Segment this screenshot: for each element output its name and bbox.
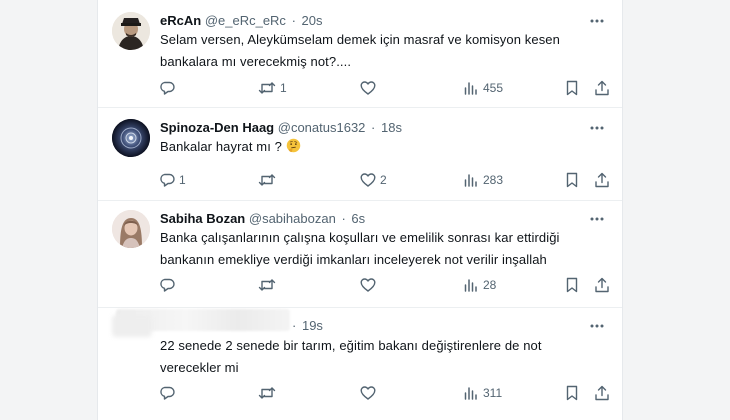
separator-dot: · — [291, 13, 296, 28]
share-icon — [594, 172, 610, 188]
retweet-button[interactable] — [258, 276, 280, 294]
tweet-header: Spinoza-Den Haag @conatus1632 · 18s — [160, 120, 402, 136]
retweet-icon — [258, 277, 276, 293]
heart-icon — [360, 172, 376, 188]
user-handle[interactable]: @sabihabozan — [249, 211, 336, 226]
reply-button[interactable] — [159, 79, 179, 97]
retweet-button[interactable] — [258, 384, 280, 402]
tweet[interactable]: Spinoza-Den Haag @conatus1632 · 18s Bank… — [98, 107, 622, 201]
reply-icon — [159, 172, 175, 188]
views-chart-icon — [463, 385, 479, 401]
share-icon — [594, 80, 610, 96]
share-button[interactable] — [594, 384, 610, 402]
display-name[interactable]: Sabiha Bozan — [160, 211, 245, 226]
views-button[interactable]: 283 — [463, 171, 503, 189]
tweet-actions: 28 — [98, 276, 622, 294]
like-button[interactable]: 2 — [360, 171, 387, 189]
views-count: 455 — [483, 81, 504, 95]
timestamp[interactable]: 19s — [302, 318, 323, 333]
bookmark-icon — [565, 385, 579, 401]
bookmark-icon — [565, 172, 579, 188]
bookmark-button[interactable] — [565, 79, 579, 97]
retweet-button[interactable] — [258, 171, 280, 189]
views-chart-icon — [463, 277, 479, 293]
views-count: 311 — [483, 386, 503, 400]
tweet-text-container: Bankalar hayrat mı ? — [160, 136, 580, 158]
reply-icon — [159, 80, 175, 96]
reply-button[interactable]: 1 — [159, 171, 186, 189]
tweet-text: Banka çalışanlarının çalışna koşulları v… — [160, 230, 560, 267]
tweet-actions: 1 455 — [98, 79, 622, 97]
avatar[interactable] — [112, 210, 150, 248]
separator-dot: · — [371, 120, 376, 135]
display-name[interactable]: eRcAn — [160, 13, 201, 28]
heart-icon — [360, 277, 376, 293]
more-options-icon[interactable] — [588, 211, 606, 227]
tweet-text: Bankalar hayrat mı ? — [160, 139, 282, 154]
retweet-icon — [258, 80, 276, 96]
reply-icon — [159, 385, 175, 401]
separator-dot: · — [292, 318, 297, 333]
reply-icon — [159, 277, 175, 293]
tweet-header: · 19s — [290, 318, 323, 334]
views-button[interactable]: 28 — [463, 276, 496, 294]
timestamp[interactable]: 6s — [351, 211, 365, 226]
avatar[interactable] — [112, 119, 150, 157]
bookmark-icon — [565, 277, 579, 293]
share-button[interactable] — [594, 171, 610, 189]
user-handle[interactable]: @conatus1632 — [278, 120, 366, 135]
more-options-icon[interactable] — [588, 120, 606, 136]
timestamp[interactable]: 18s — [381, 120, 402, 135]
share-button[interactable] — [594, 276, 610, 294]
retweet-button[interactable]: 1 — [258, 79, 287, 97]
tweet-actions: 1 2 283 — [98, 171, 622, 189]
retweet-icon — [258, 172, 276, 188]
share-icon — [594, 277, 610, 293]
reply-button[interactable] — [159, 384, 179, 402]
tweet-text: 22 senede 2 senede bir tarım, eğitim bak… — [160, 338, 542, 375]
bookmark-button[interactable] — [565, 171, 579, 189]
tweet[interactable]: Sabiha Bozan @sabihabozan · 6s Banka çal… — [98, 200, 622, 308]
heart-icon — [360, 80, 376, 96]
bookmark-button[interactable] — [565, 276, 579, 294]
more-options-icon[interactable] — [588, 13, 606, 29]
views-button[interactable]: 311 — [463, 384, 502, 402]
like-button[interactable] — [360, 79, 380, 97]
views-button[interactable]: 455 — [463, 79, 503, 97]
views-chart-icon — [463, 172, 479, 188]
timestamp[interactable]: 20s — [302, 13, 323, 28]
tweet[interactable]: eRcAn @e_eRc_eRc · 20s Selam versen, Ale… — [98, 0, 622, 108]
bookmark-button[interactable] — [565, 384, 579, 402]
share-icon — [594, 385, 610, 401]
views-chart-icon — [463, 80, 479, 96]
heart-icon — [360, 385, 376, 401]
views-count: 28 — [483, 278, 497, 292]
retweet-icon — [258, 385, 276, 401]
tweet-actions: 311 — [98, 384, 622, 402]
like-button[interactable] — [360, 384, 380, 402]
views-count: 283 — [483, 173, 504, 187]
tweet-header: eRcAn @e_eRc_eRc · 20s — [160, 13, 323, 29]
avatar[interactable] — [112, 12, 150, 50]
like-button[interactable] — [360, 276, 380, 294]
thinking-face-emoji — [286, 138, 301, 153]
tweet-header: Sabiha Bozan @sabihabozan · 6s — [160, 211, 365, 227]
timeline-feed: eRcAn @e_eRc_eRc · 20s Selam versen, Ale… — [97, 0, 623, 420]
separator-dot: · — [341, 211, 346, 226]
retweet-count: 1 — [280, 81, 287, 95]
tweet-text: Selam versen, Aleykümselam demek için ma… — [160, 32, 560, 69]
reply-count: 1 — [179, 173, 186, 187]
redacted-avatar — [112, 315, 152, 337]
like-count: 2 — [380, 173, 387, 187]
reply-button[interactable] — [159, 276, 179, 294]
more-options-icon[interactable] — [588, 318, 606, 334]
share-button[interactable] — [594, 79, 610, 97]
bookmark-icon — [565, 80, 579, 96]
user-handle[interactable]: @e_eRc_eRc — [205, 13, 286, 28]
display-name[interactable]: Spinoza-Den Haag — [160, 120, 274, 135]
tweet[interactable]: · 19s 22 senede 2 senede bir tarım, eğit… — [98, 307, 622, 420]
